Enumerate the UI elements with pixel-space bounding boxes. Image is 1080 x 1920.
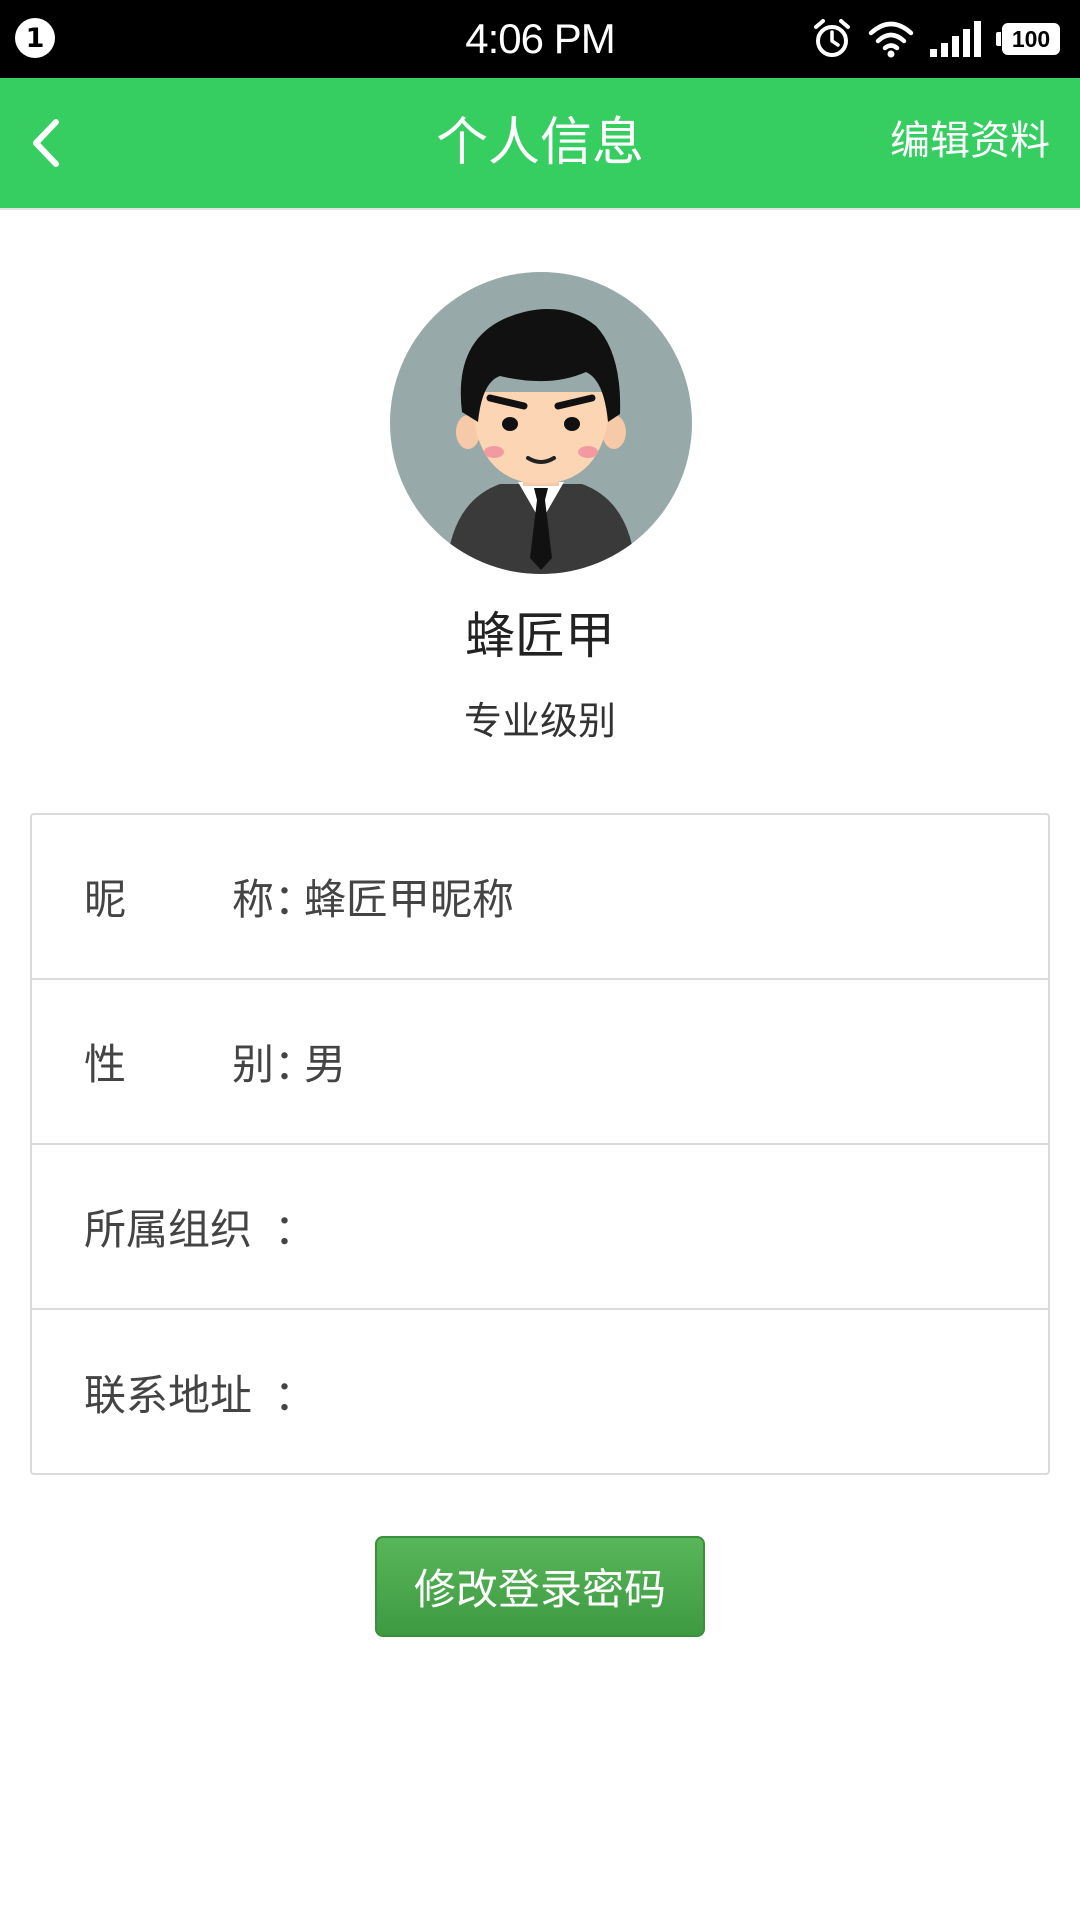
label-part: 联系地址 xyxy=(84,1371,253,1420)
info-label: 所属组织 xyxy=(84,1196,274,1257)
label-colon: ： xyxy=(274,1371,317,1420)
change-password-button[interactable]: 修改登录密码 xyxy=(375,1536,705,1637)
status-icons: 100 xyxy=(812,18,1060,60)
avatar-image xyxy=(390,272,692,574)
info-label: 性 别 xyxy=(84,1031,274,1092)
edit-profile-button[interactable]: 编辑资料 xyxy=(890,78,1050,208)
info-row-address: 联系地址 ： xyxy=(32,1310,1048,1475)
info-row-nickname: 昵 称 ： 蜂匠甲昵称 xyxy=(32,815,1048,980)
user-name: 蜂匠甲 xyxy=(465,607,615,665)
divider xyxy=(0,208,1080,210)
info-label: 联系地址 xyxy=(84,1362,274,1423)
user-level: 专业级别 xyxy=(463,699,616,743)
info-label: 昵 称 xyxy=(84,866,274,927)
label-part: 称 xyxy=(231,875,274,924)
label-part: 昵 xyxy=(84,875,127,924)
info-row-gender: 性 别 ： 男 xyxy=(32,980,1048,1145)
info-row-organization: 所属组织 ： xyxy=(32,1145,1048,1310)
label-colon: ： xyxy=(274,1040,317,1089)
wifi-icon xyxy=(868,21,914,58)
avatar xyxy=(390,272,692,574)
status-bar: 1 4:06 PM 100 xyxy=(0,0,1080,78)
label-part: 性 xyxy=(84,1040,127,1089)
back-button[interactable] xyxy=(0,78,90,208)
alarm-icon xyxy=(814,19,850,57)
label-part: 所属组织 xyxy=(84,1205,253,1254)
chevron-left-icon xyxy=(33,119,59,167)
signal-icon xyxy=(930,21,981,57)
label-part: 别 xyxy=(231,1040,274,1089)
info-card: 昵 称 ： 蜂匠甲昵称 性 别 ： 男 所属组织 ： 联系地址 ： xyxy=(30,813,1050,1475)
battery-icon: 100 xyxy=(996,23,1060,55)
label-colon: ： xyxy=(274,1205,317,1254)
app-bar: 个人信息 编辑资料 xyxy=(0,78,1080,208)
nickname-value: 蜂匠甲昵称 xyxy=(304,875,515,924)
gender-value: 男 xyxy=(304,1040,347,1089)
label-colon: ： xyxy=(274,875,317,924)
